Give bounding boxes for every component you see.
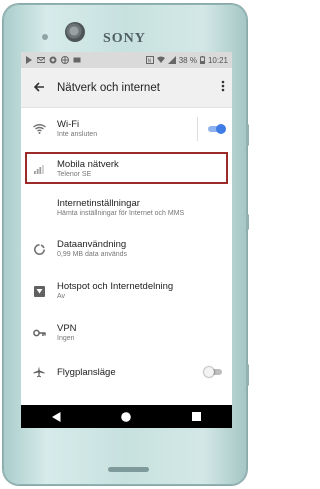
setting-subtitle: Av [57,292,66,300]
navigation-bar [21,405,232,428]
proximity-sensor [42,34,48,40]
front-camera [65,22,85,42]
arrow-left-icon [33,81,44,92]
airplane-mode-toggle[interactable] [204,367,224,377]
phone-body: SONY N 38 % 10:21 Nätverk och internet W… [3,4,249,485]
vpn-key-icon [32,329,46,337]
bottom-speaker [108,467,149,472]
home-circle-icon [121,411,132,422]
nav-home-button[interactable] [114,409,138,425]
nfc-icon: N [145,56,154,64]
setting-subtitle: 0,99 MB data används [57,250,128,258]
battery-icon [199,56,205,64]
hotspot-icon [33,285,45,297]
setting-subtitle: Inte ansluten [57,130,98,138]
nav-back-button[interactable] [44,409,68,425]
setting-title: Flygplansläge [57,366,116,378]
globe-icon [61,56,69,64]
setting-hotspot[interactable]: Hotspot och Internetdelning Av [21,270,232,312]
setting-internet[interactable]: Internetinställningar Hämta inställninga… [21,188,232,228]
settings-list: Wi-Fi Inte ansluten Mobila nätverk Telen… [21,108,232,390]
wifi-status-icon [156,56,165,63]
screen: N 38 % 10:21 Nätverk och internet Wi-Fi … [21,52,232,428]
notification-icon [49,56,57,64]
back-triangle-icon [51,411,61,422]
setting-title: Dataanvändning [57,238,127,250]
wifi-toggle[interactable] [206,124,226,134]
setting-subtitle: Hämta inställningar för Internet och MMS [57,209,185,217]
overflow-menu-button[interactable] [214,80,232,95]
email-icon [37,57,45,63]
data-usage-icon [33,243,45,255]
setting-vpn[interactable]: VPN Ingen [21,312,232,354]
setting-data-usage[interactable]: Dataanvändning 0,99 MB data används [21,228,232,270]
setting-title: Internetinställningar [57,197,140,209]
status-bar: N 38 % 10:21 [21,52,232,68]
camera-button [246,364,249,386]
setting-airplane-mode[interactable]: Flygplansläge [21,354,232,390]
setting-subtitle: Ingen [57,334,75,342]
airplane-icon [33,366,45,378]
highlight-box [25,152,228,184]
setting-wifi[interactable]: Wi-Fi Inte ansluten [21,108,232,150]
page-title: Nätverk och internet [57,81,160,94]
more-vert-icon [221,80,225,92]
battery-percent: 38 % [178,55,197,65]
back-button[interactable] [21,80,57,96]
media-icon [73,57,81,63]
recents-square-icon [192,412,202,421]
setting-title: VPN [57,322,77,334]
setting-title: Hotspot och Internetdelning [57,280,174,292]
nav-recents-button[interactable] [185,409,209,425]
divider [197,117,198,141]
wifi-icon [32,124,46,134]
app-bar: Nätverk och internet [21,68,232,108]
signal-status-icon [167,56,176,64]
setting-mobile-network[interactable]: Mobila nätverk Telenor SE [21,150,232,188]
brand-logo: SONY [103,31,146,46]
power-button [246,214,249,230]
setting-title: Wi-Fi [57,118,80,130]
svg-text:N: N [147,58,151,64]
play-store-icon [26,56,32,64]
clock: 10:21 [207,55,228,65]
volume-button [246,124,249,146]
